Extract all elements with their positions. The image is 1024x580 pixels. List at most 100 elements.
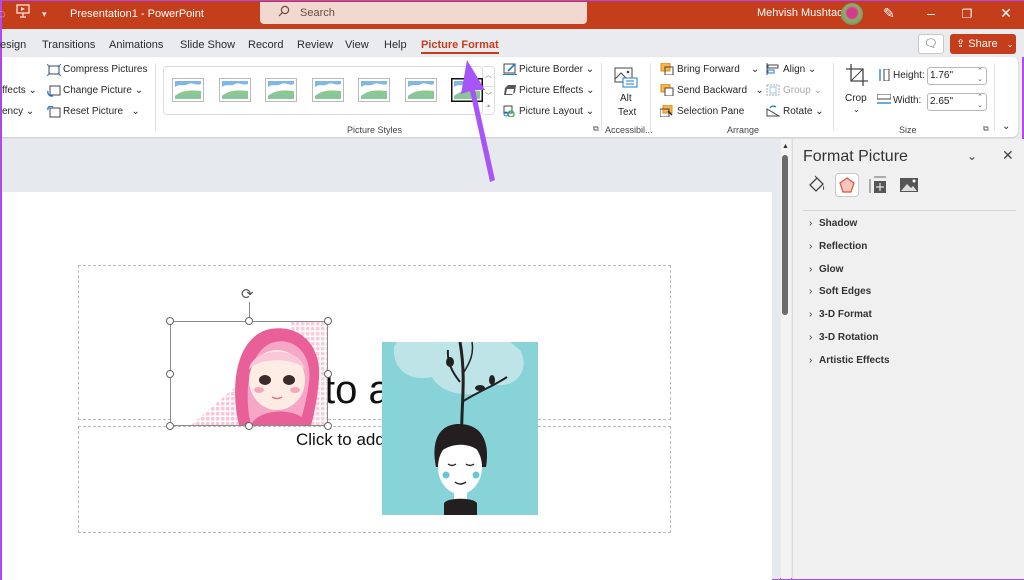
picture-effects-button[interactable]: Picture Effects ⌄ [519,85,594,96]
fill-line-tab[interactable] [805,173,829,197]
picture-style-4[interactable] [311,78,344,102]
tab-transitions[interactable]: Transitions [42,39,95,51]
sizing-handle[interactable] [166,369,174,378]
arrange-group-label: Arrange [727,125,760,135]
comments-button[interactable]: 🗨 [918,34,944,54]
pane-section-artistic-effects[interactable]: › Artistic Effects [809,355,890,366]
pane-section-3-d-rotation[interactable]: › 3-D Rotation [809,332,878,343]
gallery-up-icon[interactable]: ︿ [483,70,494,80]
chevron-down-icon: ⌄ [853,105,860,114]
effects-tab[interactable] [835,173,859,197]
bring-forward-icon [660,63,674,75]
pane-section-glow[interactable]: › Glow [809,264,843,275]
selection-pane-button[interactable]: Selection Pane [677,106,744,117]
send-backward-icon [660,84,674,96]
bring-forward-button[interactable]: Bring Forward ⌄ [677,64,759,75]
sizing-handle[interactable] [245,422,253,430]
picture-layout-button[interactable]: Picture Layout ⌄ [519,106,594,117]
width-field[interactable]: 2.65" ⌃ ⌄ [927,93,987,111]
tree-girl-picture[interactable] [382,342,538,515]
pane-options-icon[interactable]: ⌄ [967,149,977,163]
width-spinner[interactable]: ⌃ ⌄ [977,94,983,110]
restore-icon[interactable]: ❐ [957,7,977,21]
sizing-handle[interactable] [245,317,253,325]
tab-slide-show[interactable]: Slide Show [180,39,235,51]
height-spinner[interactable]: ⌃ ⌄ [977,68,983,84]
comment-icon: 🗨 [924,38,938,50]
sizing-handle[interactable] [324,317,332,325]
sizing-handle[interactable] [166,317,174,325]
compress-pictures-button[interactable]: Compress Pictures [63,64,147,75]
share-label: Share [968,38,998,50]
transparency-button[interactable]: ency ⌄ [2,106,34,117]
slide-workspace: to a Click to add ⟳ [2,139,780,580]
tab-animations[interactable]: Animations [109,39,163,51]
rotate-handle-icon[interactable]: ⟳ [241,285,254,303]
pane-section-shadow[interactable]: › Shadow [809,218,857,229]
alt-text-button[interactable]: Alt Text [610,63,642,121]
pane-section-soft-edges[interactable]: › Soft Edges [809,286,871,297]
tab-review[interactable]: Review [297,39,333,51]
sizing-handle[interactable] [166,422,174,430]
pane-title: Format Picture [803,148,908,165]
crop-button[interactable]: Crop ⌄ [843,63,871,123]
tab-design[interactable]: esign [0,39,26,51]
picture-style-6[interactable] [404,78,437,102]
align-button[interactable]: Align ⌄ [783,64,816,75]
present-icon[interactable] [16,4,30,23]
scroll-up-icon[interactable]: ▲ [782,143,789,150]
slide-title-text[interactable]: to a [324,368,391,413]
slide-subtitle-text[interactable]: Click to add [296,430,385,450]
picture-style-2[interactable] [218,78,251,102]
picture-styles-launcher-icon[interactable]: ⧉ [593,124,599,134]
gallery-scroll[interactable]: ︿ ﹀ ⩡ [483,66,495,115]
picture-border-button[interactable]: Picture Border ⌄ [519,64,594,75]
picture-style-7[interactable] [450,77,484,103]
vertical-scrollbar[interactable]: ▲ [781,139,791,579]
pane-section-reflection[interactable]: › Reflection [809,241,867,252]
picture-tab[interactable] [897,173,921,197]
send-backward-button[interactable]: Send Backward ⌄ [677,85,764,96]
size-launcher-icon[interactable]: ⧉ [983,124,989,134]
tab-record[interactable]: Record [248,39,283,51]
close-icon[interactable]: ✕ [996,5,1016,22]
picture-layout-icon [503,105,515,117]
pane-section-3-d-format[interactable]: › 3-D Format [809,309,872,320]
change-picture-button[interactable]: Change Picture ⌄ [63,85,143,96]
share-button[interactable]: ⇪ Share ⌄ [950,34,1016,54]
collapse-ribbon-icon[interactable]: ⌄ [1002,121,1010,132]
picture-style-5[interactable] [358,78,390,102]
compress-pictures-icon [47,64,61,76]
search-icon [278,5,290,17]
scroll-thumb[interactable] [782,155,788,315]
picture-style-3[interactable] [265,78,297,102]
tab-help[interactable]: Help [384,39,407,51]
tab-picture-format[interactable]: Picture Format [421,39,499,54]
customize-qat-icon[interactable]: ▾ [42,9,47,20]
chevron-right-icon: › [809,286,813,298]
user-name[interactable]: Mehvish Mushtaq [757,7,843,19]
gallery-more-icon[interactable]: ⩡ [483,103,494,111]
avatar[interactable] [841,3,863,25]
selected-picture[interactable] [170,321,328,426]
autosave-icon[interactable]: ◌ [0,6,6,21]
search-box[interactable]: Search [260,2,587,24]
pane-close-icon[interactable]: ✕ [1002,147,1014,164]
sizing-handle[interactable] [324,369,332,378]
gallery-down-icon[interactable]: ﹀ [483,86,494,101]
height-field[interactable]: 1.76" ⌃ ⌄ [927,67,987,85]
sizing-handle[interactable] [324,422,332,430]
group-button[interactable]: Group ⌄ [783,85,822,96]
accessibility-group-label: Accessibil... [605,125,653,135]
pen-icon[interactable]: ✎ [879,5,899,22]
minimize-icon[interactable]: – [921,5,941,21]
artistic-effects-button[interactable]: ffects ⌄ [2,85,37,96]
size-properties-tab[interactable] [866,173,890,197]
reset-picture-button[interactable]: Reset Picture ⌄ [63,106,140,117]
rotate-button[interactable]: Rotate ⌄ [783,106,824,117]
picture-style-1[interactable] [172,78,204,102]
tab-view[interactable]: View [345,39,369,51]
slide-canvas[interactable]: to a Click to add ⟳ [2,192,772,580]
alt-text-label: Alt [620,93,632,104]
chevron-right-icon: › [809,218,813,229]
